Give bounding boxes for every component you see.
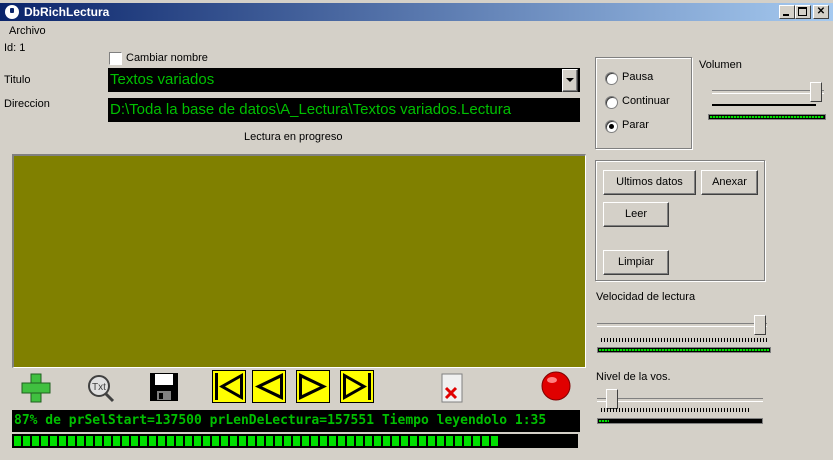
forward-button[interactable] [296, 370, 330, 403]
reading-progress-bar [12, 434, 578, 448]
radio-parar-label: Parar [622, 119, 649, 131]
volume-slider-track[interactable] [712, 90, 824, 94]
skip-end-button[interactable] [340, 370, 374, 403]
record-button[interactable] [540, 370, 572, 402]
skip-end-icon [343, 373, 371, 400]
voice-slider-track[interactable] [597, 398, 763, 402]
minimize-button[interactable] [779, 5, 795, 19]
reading-text-area[interactable] [12, 154, 586, 368]
delete-document-button[interactable] [436, 372, 468, 404]
reading-status-label: Lectura en progreso [244, 131, 343, 143]
volume-ticks [712, 104, 816, 106]
reading-progress-fill [14, 436, 498, 446]
app-window: DbRichLectura ✕ Archivo Id: 1 Cambiar no… [0, 0, 833, 460]
chevron-down-icon [566, 78, 574, 82]
skip-start-button[interactable] [212, 370, 246, 403]
app-icon[interactable] [5, 5, 19, 19]
titulo-dropdown-button[interactable] [562, 69, 578, 92]
radio-pausa[interactable] [605, 72, 618, 85]
cambiar-nombre-label: Cambiar nombre [126, 52, 208, 64]
speed-slider-track[interactable] [597, 323, 767, 327]
velocidad-label: Velocidad de lectura [596, 291, 696, 303]
volume-slider-thumb[interactable] [810, 82, 822, 102]
leer-button[interactable]: Leer [603, 202, 669, 227]
limpiar-button[interactable]: Limpiar [603, 250, 669, 275]
radio-continuar[interactable] [605, 96, 618, 109]
window-title: DbRichLectura [24, 5, 110, 19]
voice-slider-thumb[interactable] [606, 389, 618, 409]
forward-icon [299, 373, 327, 400]
reading-status-line: 87% de prSelStart=137500 prLenDeLectura=… [12, 410, 580, 432]
rewind-icon [255, 373, 283, 400]
direccion-label: Direccion [4, 98, 50, 110]
close-button[interactable]: ✕ [813, 5, 829, 19]
speed-ticks [601, 338, 767, 342]
text-zoom-icon: Txt [88, 375, 115, 403]
rewind-button[interactable] [252, 370, 286, 403]
titulo-select[interactable]: Textos variados [108, 68, 580, 92]
record-id: Id: 1 [4, 42, 26, 54]
delete-document-icon [441, 373, 463, 403]
add-button[interactable] [20, 372, 52, 404]
titulo-value: Textos variados [110, 71, 215, 88]
speed-meter [597, 347, 771, 353]
add-icon [21, 373, 51, 403]
save-icon [150, 373, 178, 401]
ultimos-datos-button[interactable]: Ultimos datos [603, 170, 696, 195]
radio-parar[interactable] [605, 120, 618, 133]
menu-archivo[interactable]: Archivo [9, 25, 46, 37]
voice-meter [597, 418, 763, 424]
volume-meter [708, 114, 826, 120]
title-bar[interactable]: DbRichLectura ✕ [0, 3, 833, 21]
record-icon [541, 371, 571, 401]
titulo-label: Titulo [4, 74, 31, 86]
cambiar-nombre-checkbox[interactable] [109, 52, 122, 65]
speed-slider-thumb[interactable] [754, 315, 766, 335]
skip-start-icon [215, 373, 243, 400]
radio-pausa-label: Pausa [622, 71, 654, 83]
voice-ticks [601, 408, 751, 412]
nivel-vos-label: Nivel de la vos. [596, 371, 671, 383]
save-button[interactable] [148, 371, 180, 403]
text-zoom-button[interactable]: Txt [83, 372, 115, 404]
anexar-button[interactable]: Anexar [701, 170, 758, 195]
maximize-button[interactable] [795, 5, 811, 19]
svg-text:Txt: Txt [92, 382, 106, 393]
volumen-label: Volumen [699, 59, 742, 71]
radio-continuar-label: Continuar [622, 95, 670, 107]
direccion-input[interactable]: D:\Toda la base de datos\A_Lectura\Texto… [108, 98, 580, 122]
